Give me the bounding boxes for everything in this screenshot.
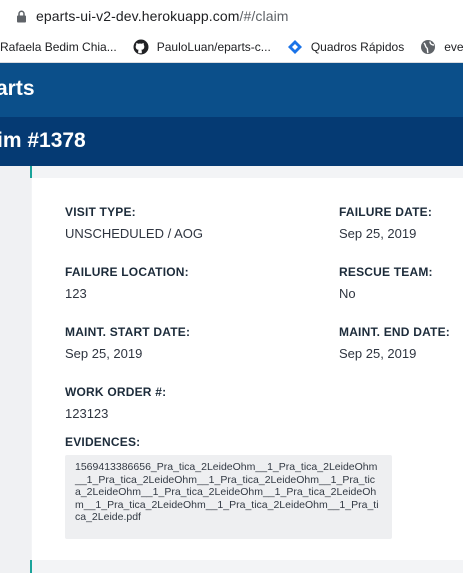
bookmark-ever[interactable]: ever (420, 39, 463, 55)
failure-date-label: FAILURE DATE: (339, 205, 433, 219)
url-path: /#/claim (239, 8, 289, 24)
evidences-label: EVIDENCES: (65, 435, 141, 449)
bookmark-label: PauloLuan/eparts-c... (156, 40, 271, 54)
bookmark-label: Rafaela Bedim Chia... (0, 40, 117, 54)
evidence-file-name[interactable]: 1569413386656_Pra_tica_2LeideOhm__1_Pra_… (75, 461, 379, 524)
diamond-icon (287, 39, 303, 55)
bookmark-quadros[interactable]: Quadros Rápidos (287, 39, 404, 55)
maint-start-label: MAINT. START DATE: (65, 325, 191, 339)
failure-date-value: Sep 25, 2019 (339, 226, 417, 241)
bookmark-rafaela[interactable]: Rafaela Bedim Chia... (0, 40, 117, 54)
lock-icon[interactable] (14, 9, 28, 23)
maint-end-value: Sep 25, 2019 (339, 346, 417, 361)
rescue-team-label: RESCUE TEAM: (339, 265, 433, 279)
address-bar[interactable]: eparts-ui-v2-dev.herokuapp.com/#/claim (0, 0, 463, 32)
url-text[interactable]: eparts-ui-v2-dev.herokuapp.com/#/claim (36, 8, 289, 24)
visit-type-label: VISIT TYPE: (65, 205, 136, 219)
bookmark-github[interactable]: PauloLuan/eparts-c... (133, 39, 271, 55)
app-title: arts (0, 77, 35, 100)
app-header: arts (0, 63, 463, 117)
evidence-file-chip[interactable]: 1569413386656_Pra_tica_2LeideOhm__1_Pra_… (65, 455, 392, 539)
failure-location-label: FAILURE LOCATION: (65, 265, 189, 279)
bookmark-label: Quadros Rápidos (310, 40, 405, 54)
claim-header: im #1378 (0, 117, 463, 166)
work-order-label: WORK ORDER #: (65, 385, 167, 399)
rescue-team-value: No (339, 286, 356, 301)
timeline-accent-top (30, 166, 32, 178)
github-icon (133, 39, 149, 55)
claim-title: im #1378 (0, 129, 86, 152)
globe-icon (420, 39, 436, 55)
bookmark-label: ever (444, 40, 463, 54)
failure-location-value: 123 (65, 286, 87, 301)
bookmarks-bar: Rafaela Bedim Chia... PauloLuan/eparts-c… (0, 32, 463, 63)
url-host: eparts-ui-v2-dev.herokuapp.com (36, 8, 240, 24)
maint-start-value: Sep 25, 2019 (65, 346, 143, 361)
visit-type-value: UNSCHEDULED / AOG (65, 226, 203, 241)
left-gutter (0, 166, 31, 573)
work-order-value: 123123 (65, 406, 109, 421)
maint-end-label: MAINT. END DATE: (339, 325, 450, 339)
timeline-accent-bottom (30, 560, 32, 573)
